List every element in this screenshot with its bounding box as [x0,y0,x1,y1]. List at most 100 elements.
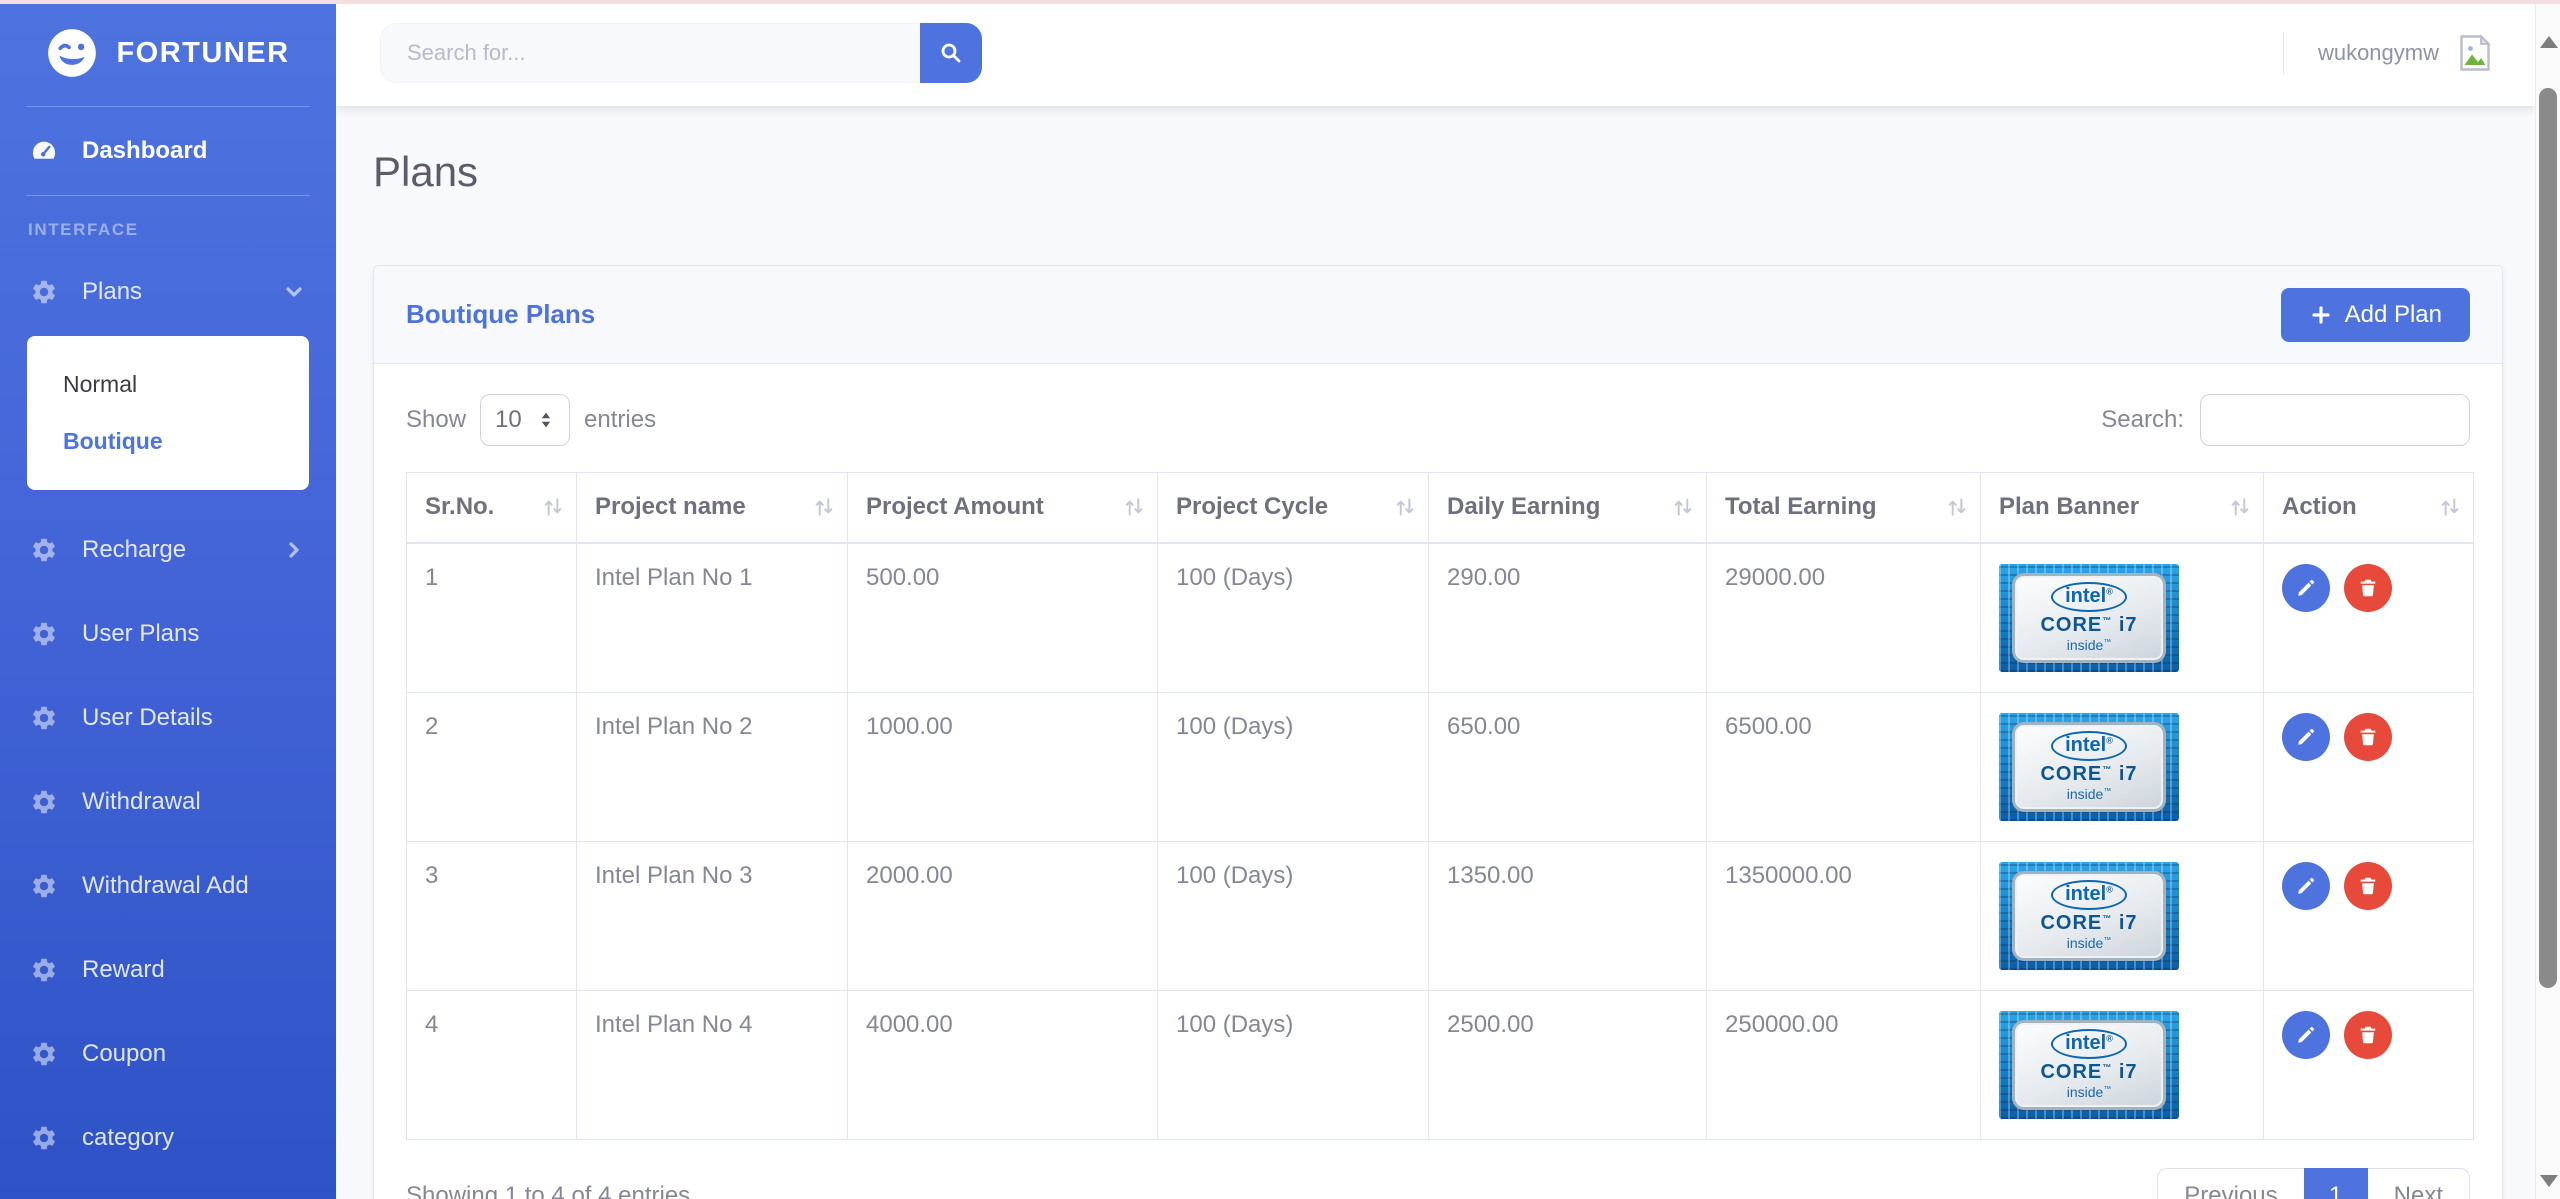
topbar: wukongymw [336,0,2535,106]
delete-button[interactable] [2344,713,2392,761]
edit-button[interactable] [2282,862,2330,910]
pagination-next[interactable]: Next [2368,1168,2470,1199]
pencil-icon [2295,577,2317,599]
cell-total: 250000.00 [1707,990,1981,1139]
cell-amount: 2000.00 [848,841,1158,990]
cell-name: Intel Plan No 2 [577,692,848,841]
header-project-cycle[interactable]: Project Cycle [1158,473,1429,543]
table-controls: Show 10 entries Search: [406,394,2470,446]
header-plan-banner[interactable]: Plan Banner [1981,473,2264,543]
sidebar-item-mach[interactable]: Mach [0,1180,336,1199]
browser-top-edge [0,0,2560,4]
topbar-search-button[interactable] [920,23,982,83]
sidebar-item-category[interactable]: category [0,1096,336,1180]
sidebar-item-user-details[interactable]: User Details [0,676,336,760]
trash-icon [2357,726,2379,748]
updown-stepper-icon [537,409,555,431]
add-plan-button[interactable]: Add Plan [2281,288,2470,342]
sidebar-item-withdrawal-add[interactable]: Withdrawal Add [0,844,336,928]
scrollbar-up-arrow[interactable] [2540,36,2558,48]
cell-total: 29000.00 [1707,543,1981,693]
table-header-row: Sr.No. Project name Project Amount Proje… [407,473,2474,543]
cell-banner: intel® CORE™ i7 inside™ [1981,543,2264,693]
sidebar-item-plans[interactable]: Plans [0,250,336,334]
table-row: 2 Intel Plan No 2 1000.00 100 (Days) 650… [407,692,2474,841]
trash-icon [2357,875,2379,897]
sidebar-item-coupon[interactable]: Coupon [0,1012,336,1096]
sidebar-item-label: Withdrawal Add [82,872,249,900]
browser-scrollbar[interactable] [2535,0,2560,1199]
table-search-input[interactable] [2200,394,2470,446]
pagination-page-1[interactable]: 1 [2304,1168,2368,1199]
delete-button[interactable] [2344,1011,2392,1059]
table-row: 4 Intel Plan No 4 4000.00 100 (Days) 250… [407,990,2474,1139]
topbar-user-area: wukongymw [2283,32,2493,74]
cell-total: 6500.00 [1707,692,1981,841]
scrollbar-thumb[interactable] [2539,88,2557,988]
topbar-search-input[interactable] [380,23,920,83]
sidebar-item-recharge[interactable]: Recharge [0,508,336,592]
sort-icon [540,493,566,521]
cell-banner: intel® CORE™ i7 inside™ [1981,990,2264,1139]
page-length-control: Show 10 entries [406,394,656,446]
header-project-name[interactable]: Project name [577,473,848,543]
sidebar-item-reward[interactable]: Reward [0,928,336,1012]
table-filter: Search: [2101,394,2470,446]
gear-icon [30,1124,58,1152]
main-content: Plans Boutique Plans Add Plan Show 10 en… [336,106,2535,1199]
cell-cycle: 100 (Days) [1158,990,1429,1139]
header-daily-earning[interactable]: Daily Earning [1429,473,1707,543]
header-project-amount[interactable]: Project Amount [848,473,1158,543]
pencil-icon [2295,875,2317,897]
chevron-down-icon [282,280,306,304]
cell-daily: 290.00 [1429,543,1707,693]
sidebar: FORTUNER Dashboard INTERFACE Plans Norma… [0,0,336,1199]
edit-button[interactable] [2282,713,2330,761]
username-label[interactable]: wukongymw [2318,40,2439,66]
scrollbar-down-arrow[interactable] [2540,1175,2558,1187]
chevron-right-icon [282,538,306,562]
edit-button[interactable] [2282,564,2330,612]
avatar-broken-image-icon[interactable] [2457,33,2493,73]
cell-action [2264,990,2474,1139]
delete-button[interactable] [2344,862,2392,910]
show-label: Show [406,406,466,434]
submenu-item-boutique[interactable]: Boutique [27,413,309,470]
gear-icon [30,788,58,816]
sort-icon [2437,493,2463,521]
sidebar-item-user-plans[interactable]: User Plans [0,592,336,676]
sidebar-item-label: User Details [82,704,213,732]
sidebar-item-label: Dashboard [82,137,207,165]
header-total-earning[interactable]: Total Earning [1707,473,1981,543]
table-info: Showing 1 to 4 of 4 entries [406,1182,690,1199]
entries-label: entries [584,406,656,434]
cell-daily: 2500.00 [1429,990,1707,1139]
sidebar-item-label: Coupon [82,1040,166,1068]
cell-action [2264,692,2474,841]
pagination-previous[interactable]: Previous [2157,1168,2303,1199]
sort-icon [811,493,837,521]
add-plan-label: Add Plan [2345,301,2442,329]
sidebar-section-heading: INTERFACE [0,196,336,250]
trash-icon [2357,577,2379,599]
edit-button[interactable] [2282,1011,2330,1059]
header-sr-no[interactable]: Sr.No. [407,473,577,543]
cell-name: Intel Plan No 4 [577,990,848,1139]
header-action[interactable]: Action [2264,473,2474,543]
dashboard-gauge-icon [30,137,58,165]
intel-banner-image: intel® CORE™ i7 inside™ [1999,1011,2179,1119]
gear-icon [30,278,58,306]
pagination: Previous 1 Next [2157,1168,2470,1199]
submenu-item-normal[interactable]: Normal [27,356,309,413]
sort-icon [1670,493,1696,521]
sidebar-item-dashboard[interactable]: Dashboard [0,107,336,195]
page-length-select[interactable]: 10 [480,394,570,446]
brand[interactable]: FORTUNER [0,0,336,106]
trash-icon [2357,1024,2379,1046]
sidebar-item-withdrawal[interactable]: Withdrawal [0,760,336,844]
cell-cycle: 100 (Days) [1158,841,1429,990]
cell-amount: 4000.00 [848,990,1158,1139]
delete-button[interactable] [2344,564,2392,612]
gear-icon [30,1040,58,1068]
sort-icon [1121,493,1147,521]
